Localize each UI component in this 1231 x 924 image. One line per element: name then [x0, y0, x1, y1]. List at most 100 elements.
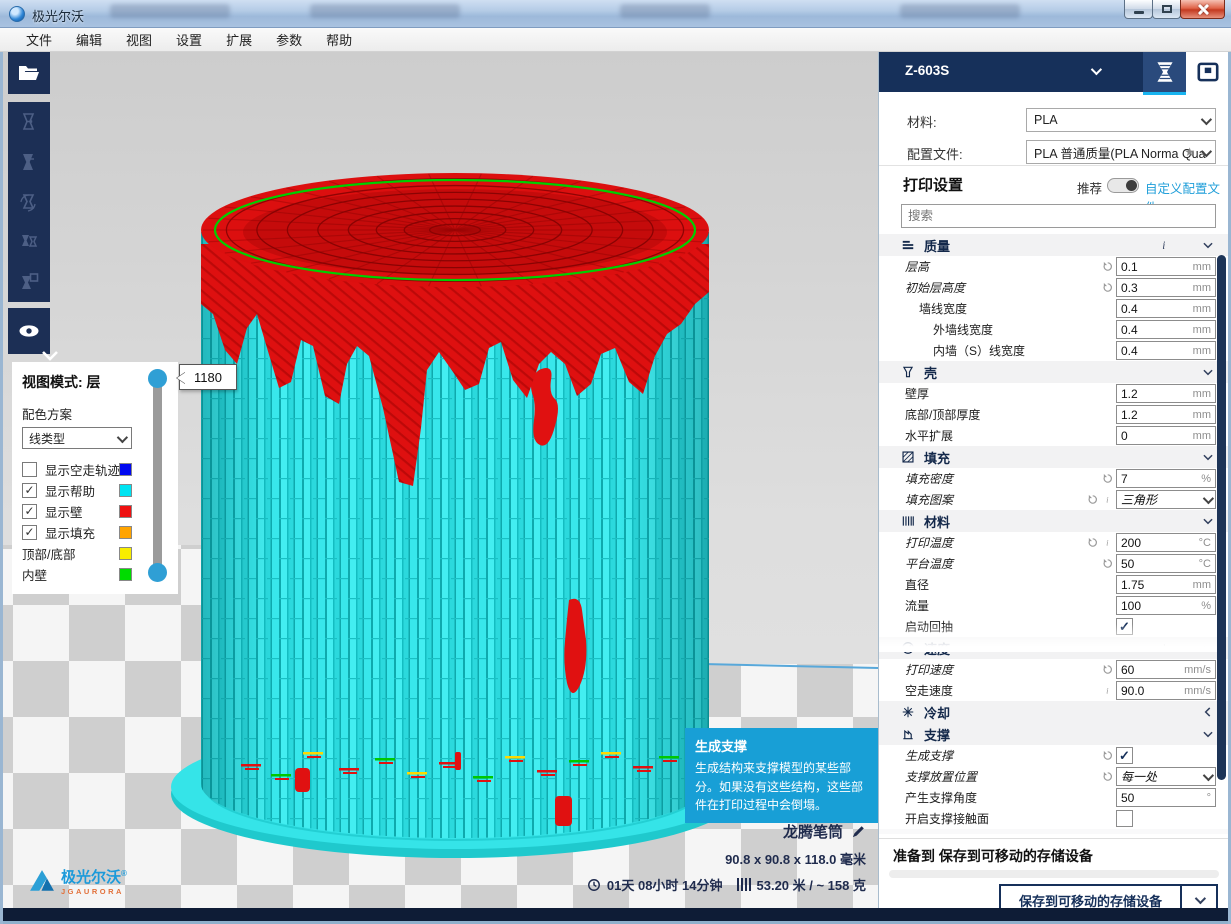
- menu-item-6[interactable]: 帮助: [314, 27, 364, 52]
- layer-slider-lower-handle[interactable]: [148, 563, 167, 582]
- setting-value-field[interactable]: 0mm: [1116, 426, 1216, 445]
- revert-icon[interactable]: [1102, 771, 1113, 782]
- view-mode-eye-button[interactable]: [8, 308, 50, 354]
- setting-row[interactable]: 流量100%: [879, 595, 1229, 616]
- setting-row[interactable]: 内墙（S）线宽度0.4mm: [879, 340, 1229, 361]
- clock-icon: [587, 878, 601, 892]
- setting-value-field[interactable]: 90.0mm/s: [1116, 681, 1216, 700]
- 3d-viewport[interactable]: 视图模式: 层 配色方案 线类型 显示空走轨迹✓显示帮助✓显示壁✓显示填充顶部/…: [3, 52, 878, 908]
- material-dropdown[interactable]: PLA: [1026, 108, 1216, 132]
- setting-checkbox[interactable]: ✓: [1116, 747, 1133, 764]
- setting-value: 200: [1121, 536, 1199, 550]
- svg-text:i: i: [1106, 538, 1109, 548]
- setting-row[interactable]: 直径1.75mm: [879, 574, 1229, 595]
- setting-row[interactable]: 填充密度7%: [879, 468, 1229, 489]
- support-icon: [901, 727, 915, 741]
- setting-row[interactable]: 层高0.1mm: [879, 256, 1229, 277]
- setting-row[interactable]: 壁厚1.2mm: [879, 383, 1229, 404]
- setting-value-field[interactable]: 1.2mm: [1116, 405, 1216, 424]
- revert-icon[interactable]: [1102, 558, 1113, 569]
- open-file-button[interactable]: [8, 52, 50, 94]
- setting-value-field[interactable]: 50°C: [1116, 554, 1216, 573]
- setting-row[interactable]: 开启支撑接触面: [879, 808, 1229, 829]
- setting-value-field[interactable]: 1.75mm: [1116, 575, 1216, 594]
- setting-row[interactable]: 产生支撑角度50°: [879, 787, 1229, 808]
- setting-value-field[interactable]: 1.2mm: [1116, 384, 1216, 403]
- legend-checkbox[interactable]: ✓: [22, 483, 37, 498]
- setting-row[interactable]: 空走速度i90.0mm/s: [879, 680, 1229, 701]
- setting-row[interactable]: 打印温度i200°C: [879, 532, 1229, 553]
- menu-item-4[interactable]: 扩展: [214, 27, 264, 52]
- section-header-quality[interactable]: 质量i: [879, 234, 1229, 256]
- tab-prepare-slice[interactable]: [1143, 52, 1186, 92]
- section-header-material[interactable]: 材料: [879, 510, 1229, 532]
- setting-label: 开启支撑接触面: [879, 810, 989, 827]
- legend-checkbox[interactable]: [22, 462, 37, 477]
- section-header-infill[interactable]: 填充: [879, 446, 1229, 468]
- setting-row[interactable]: 底部/顶部厚度1.2mm: [879, 404, 1229, 425]
- revert-icon[interactable]: [1102, 473, 1113, 484]
- menu-item-0[interactable]: 文件: [14, 27, 64, 52]
- menu-item-1[interactable]: 编辑: [64, 27, 114, 52]
- setting-value-field[interactable]: 0.1mm: [1116, 257, 1216, 276]
- color-scheme-dropdown[interactable]: 线类型: [22, 427, 132, 449]
- legend-label: 顶部/底部: [22, 544, 75, 563]
- setting-row[interactable]: 生成支撑✓: [879, 745, 1229, 766]
- setting-value-field[interactable]: 0.4mm: [1116, 320, 1216, 339]
- legend-checkbox[interactable]: ✓: [22, 504, 37, 519]
- section-header-cooling[interactable]: 冷却: [879, 701, 1229, 723]
- info-icon: i: [1102, 537, 1113, 548]
- setting-row[interactable]: 支撑放置位置每一处: [879, 766, 1229, 787]
- star-icon: ★: [1184, 145, 1195, 159]
- setting-checkbox[interactable]: [1116, 810, 1133, 827]
- section-header-support[interactable]: 支撑: [879, 723, 1229, 745]
- tab-monitor[interactable]: [1186, 52, 1229, 92]
- setting-tooltip: 生成支撑 生成结构来支撑模型的某些部分。如果没有这些结构，这些部件在打印过程中会…: [685, 728, 878, 823]
- setting-value-field[interactable]: 0.4mm: [1116, 341, 1216, 360]
- section-header-speed[interactable]: 速度i: [879, 637, 1229, 659]
- revert-icon[interactable]: [1102, 261, 1113, 272]
- profile-dropdown[interactable]: PLA 普通质量(PLA Norma Qua ★: [1026, 140, 1216, 164]
- setting-row[interactable]: 外墙线宽度0.4mm: [879, 319, 1229, 340]
- revert-icon[interactable]: [1087, 494, 1098, 505]
- edit-pencil-icon[interactable]: [851, 824, 866, 839]
- setting-row[interactable]: 平台温度50°C: [879, 553, 1229, 574]
- setting-value-field[interactable]: 60mm/s: [1116, 660, 1216, 679]
- close-button[interactable]: [1180, 0, 1225, 19]
- setting-row[interactable]: 水平扩展0mm: [879, 425, 1229, 446]
- settings-search-input[interactable]: [901, 204, 1216, 228]
- setting-row[interactable]: 初始层高度0.3mm: [879, 277, 1229, 298]
- menu-item-3[interactable]: 设置: [164, 27, 214, 52]
- setting-dropdown[interactable]: 每一处: [1116, 767, 1216, 786]
- setting-row[interactable]: 打印速度60mm/s: [879, 659, 1229, 680]
- setting-value-field[interactable]: 7%: [1116, 469, 1216, 488]
- revert-icon[interactable]: [1087, 537, 1098, 548]
- minimize-button[interactable]: [1124, 0, 1153, 19]
- menu-item-5[interactable]: 参数: [264, 27, 314, 52]
- setting-checkbox[interactable]: ✓: [1116, 618, 1133, 635]
- section-header-shell[interactable]: 壳: [879, 361, 1229, 383]
- setting-row[interactable]: 启动回抽✓: [879, 616, 1229, 637]
- recommended-custom-toggle[interactable]: [1107, 178, 1139, 193]
- setting-value-field[interactable]: 0.3mm: [1116, 278, 1216, 297]
- setting-row[interactable]: 墙线宽度0.4mm: [879, 298, 1229, 319]
- layer-slider-upper-handle[interactable]: [148, 369, 167, 388]
- revert-icon[interactable]: [1102, 664, 1113, 675]
- layer-slider-track[interactable]: [153, 370, 162, 581]
- setting-value-field[interactable]: 100%: [1116, 596, 1216, 615]
- setting-row[interactable]: 填充图案i三角形: [879, 489, 1229, 510]
- maximize-button[interactable]: [1152, 0, 1181, 19]
- legend-checkbox[interactable]: ✓: [22, 525, 37, 540]
- menu-item-2[interactable]: 视图: [114, 27, 164, 52]
- setting-value: 0: [1121, 429, 1193, 443]
- per-model-settings-icon: [17, 270, 41, 294]
- setting-value-field[interactable]: 50°: [1116, 788, 1216, 807]
- setting-value-field[interactable]: 200°C: [1116, 533, 1216, 552]
- scale-tool-icon: [17, 150, 41, 174]
- revert-icon[interactable]: [1102, 750, 1113, 761]
- settings-scrollbar[interactable]: [1217, 255, 1226, 780]
- setting-dropdown[interactable]: 三角形: [1116, 490, 1216, 509]
- title-bar[interactable]: 极光尔沃: [0, 0, 1231, 28]
- revert-icon[interactable]: [1102, 282, 1113, 293]
- setting-value-field[interactable]: 0.4mm: [1116, 299, 1216, 318]
